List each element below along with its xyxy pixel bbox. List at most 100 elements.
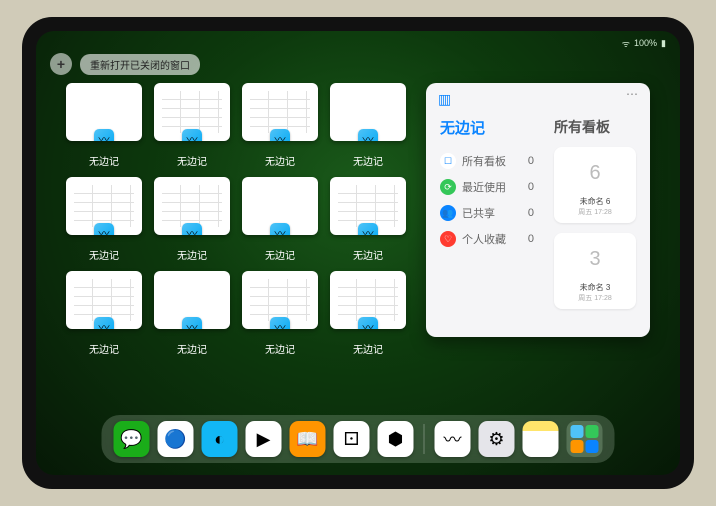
window-thumbnail[interactable]: 〰无边记: [242, 177, 318, 265]
screen: ᯤ 100% ▮ + 重新打开已关闭的窗口 〰无边记〰无边记〰无边记〰无边记〰无…: [36, 31, 680, 475]
freeform-app-icon: 〰: [182, 129, 202, 141]
board-card[interactable]: 6 未命名 6周五 17:28: [554, 147, 636, 223]
window-label: 无边记: [177, 153, 207, 168]
app-switcher-grid: 〰无边记〰无边记〰无边记〰无边记〰无边记〰无边记〰无边记〰无边记〰无边记〰无边记…: [66, 83, 406, 411]
window-preview: 〰: [242, 177, 318, 235]
window-thumbnail[interactable]: 〰无边记: [330, 83, 406, 171]
category-row[interactable]: ☐ 所有看板 0: [440, 148, 534, 174]
board-preview: 6: [571, 153, 619, 193]
window-label: 无边记: [353, 341, 383, 356]
dock-app-xmind[interactable]: ⬢: [378, 421, 414, 457]
battery-label: 100%: [634, 38, 657, 48]
window-label: 无边记: [89, 247, 119, 262]
ipad-frame: ᯤ 100% ▮ + 重新打开已关闭的窗口 〰无边记〰无边记〰无边记〰无边记〰无…: [22, 17, 694, 489]
window-preview: 〰: [242, 83, 318, 141]
window-thumbnail[interactable]: 〰无边记: [242, 83, 318, 171]
dock-app-game[interactable]: ⚀: [334, 421, 370, 457]
battery-icon: ▮: [661, 38, 666, 49]
category-count: 0: [528, 207, 534, 219]
dock-app-notes[interactable]: [523, 421, 559, 457]
window-thumbnail[interactable]: 〰无边记: [66, 177, 142, 265]
category-row[interactable]: ♡ 个人收藏 0: [440, 226, 534, 252]
category-icon: ⟳: [440, 179, 456, 195]
freeform-panel[interactable]: ▥ ⋯ 无边记 ☐所有看板0⟳最近使用0👥已共享0♡个人收藏0 所有看板 6未命…: [426, 83, 650, 337]
board-preview: 3: [571, 239, 619, 279]
board-name: 未命名 3: [580, 282, 611, 293]
panel-sidebar: 无边记 ☐所有看板0⟳最近使用0👥已共享0♡个人收藏0: [440, 95, 544, 325]
category-count: 0: [528, 155, 534, 167]
window-thumbnail[interactable]: 〰无边记: [242, 271, 318, 359]
dock-folder[interactable]: [567, 421, 603, 457]
window-thumbnail[interactable]: 〰无边记: [330, 177, 406, 265]
window-preview: 〰: [330, 177, 406, 235]
freeform-app-icon: 〰: [94, 223, 114, 235]
category-label: 已共享: [462, 205, 495, 221]
window-thumbnail[interactable]: 〰无边记: [154, 177, 230, 265]
new-window-button[interactable]: +: [50, 53, 72, 75]
sidebar-icon[interactable]: ▥: [438, 91, 451, 108]
freeform-app-icon: 〰: [94, 129, 114, 141]
more-icon[interactable]: ⋯: [626, 87, 640, 101]
window-label: 无边记: [177, 247, 207, 262]
window-preview: 〰: [66, 83, 142, 141]
dock-app-freeform[interactable]: 〰: [435, 421, 471, 457]
freeform-app-icon: 〰: [358, 129, 378, 141]
category-label: 所有看板: [462, 153, 506, 169]
window-label: 无边记: [89, 341, 119, 356]
freeform-app-icon: 〰: [182, 317, 202, 329]
window-preview: 〰: [242, 271, 318, 329]
category-label: 个人收藏: [462, 231, 506, 247]
window-preview: 〰: [330, 83, 406, 141]
freeform-app-icon: 〰: [182, 223, 202, 235]
dock-app-wechat[interactable]: 💬: [114, 421, 150, 457]
window-label: 无边记: [265, 153, 295, 168]
window-thumbnail[interactable]: 〰无边记: [66, 83, 142, 171]
category-count: 0: [528, 181, 534, 193]
window-preview: 〰: [66, 271, 142, 329]
window-thumbnail[interactable]: 〰无边记: [154, 83, 230, 171]
category-label: 最近使用: [462, 179, 506, 195]
category-row[interactable]: 👥已共享0: [440, 200, 534, 226]
category-icon: ♡: [440, 231, 456, 247]
window-label: 无边记: [353, 247, 383, 262]
window-preview: 〰: [154, 83, 230, 141]
dock-app-play[interactable]: ▶: [246, 421, 282, 457]
board-date: 周五 17:28: [578, 207, 611, 217]
window-preview: 〰: [154, 177, 230, 235]
category-count: 0: [528, 233, 534, 245]
freeform-app-icon: 〰: [270, 317, 290, 329]
window-label: 无边记: [265, 247, 295, 262]
window-thumbnail[interactable]: 〰无边记: [154, 271, 230, 359]
top-bar: + 重新打开已关闭的窗口: [50, 53, 200, 75]
window-preview: 〰: [66, 177, 142, 235]
window-label: 无边记: [353, 153, 383, 168]
window-thumbnail[interactable]: 〰无边记: [330, 271, 406, 359]
content-area: 〰无边记〰无边记〰无边记〰无边记〰无边记〰无边记〰无边记〰无边记〰无边记〰无边记…: [66, 83, 650, 411]
board-name: 未命名 6: [580, 196, 611, 207]
panel-title: 无边记: [440, 117, 534, 138]
panel-boards: 所有看板 6未命名 6周五 17:283未命名 3周五 17:28: [544, 95, 636, 325]
category-icon: ☐: [440, 153, 456, 169]
board-card[interactable]: 3 未命名 3周五 17:28: [554, 233, 636, 309]
dock: 💬🔵◐▶📖⚀⬢ 〰⚙: [102, 415, 615, 463]
reopen-closed-window-button[interactable]: 重新打开已关闭的窗口: [80, 54, 200, 75]
window-label: 无边记: [89, 153, 119, 168]
freeform-app-icon: 〰: [94, 317, 114, 329]
board-date: 周五 17:28: [578, 293, 611, 303]
window-label: 无边记: [177, 341, 207, 356]
window-thumbnail[interactable]: 〰无边记: [66, 271, 142, 359]
category-row[interactable]: ⟳ 最近使用 0: [440, 174, 534, 200]
boards-title: 所有看板: [554, 117, 636, 137]
window-preview: 〰: [154, 271, 230, 329]
dock-app-settings[interactable]: ⚙: [479, 421, 515, 457]
freeform-app-icon: 〰: [358, 223, 378, 235]
dock-app-qq[interactable]: ◐: [202, 421, 238, 457]
freeform-app-icon: 〰: [270, 129, 290, 141]
status-bar: ᯤ 100% ▮: [36, 34, 680, 52]
wifi-icon: ᯤ: [622, 37, 630, 50]
dock-app-books[interactable]: 📖: [290, 421, 326, 457]
freeform-app-icon: 〰: [270, 223, 290, 235]
dock-separator: [424, 424, 425, 454]
window-preview: 〰: [330, 271, 406, 329]
dock-app-qqbrowser[interactable]: 🔵: [158, 421, 194, 457]
